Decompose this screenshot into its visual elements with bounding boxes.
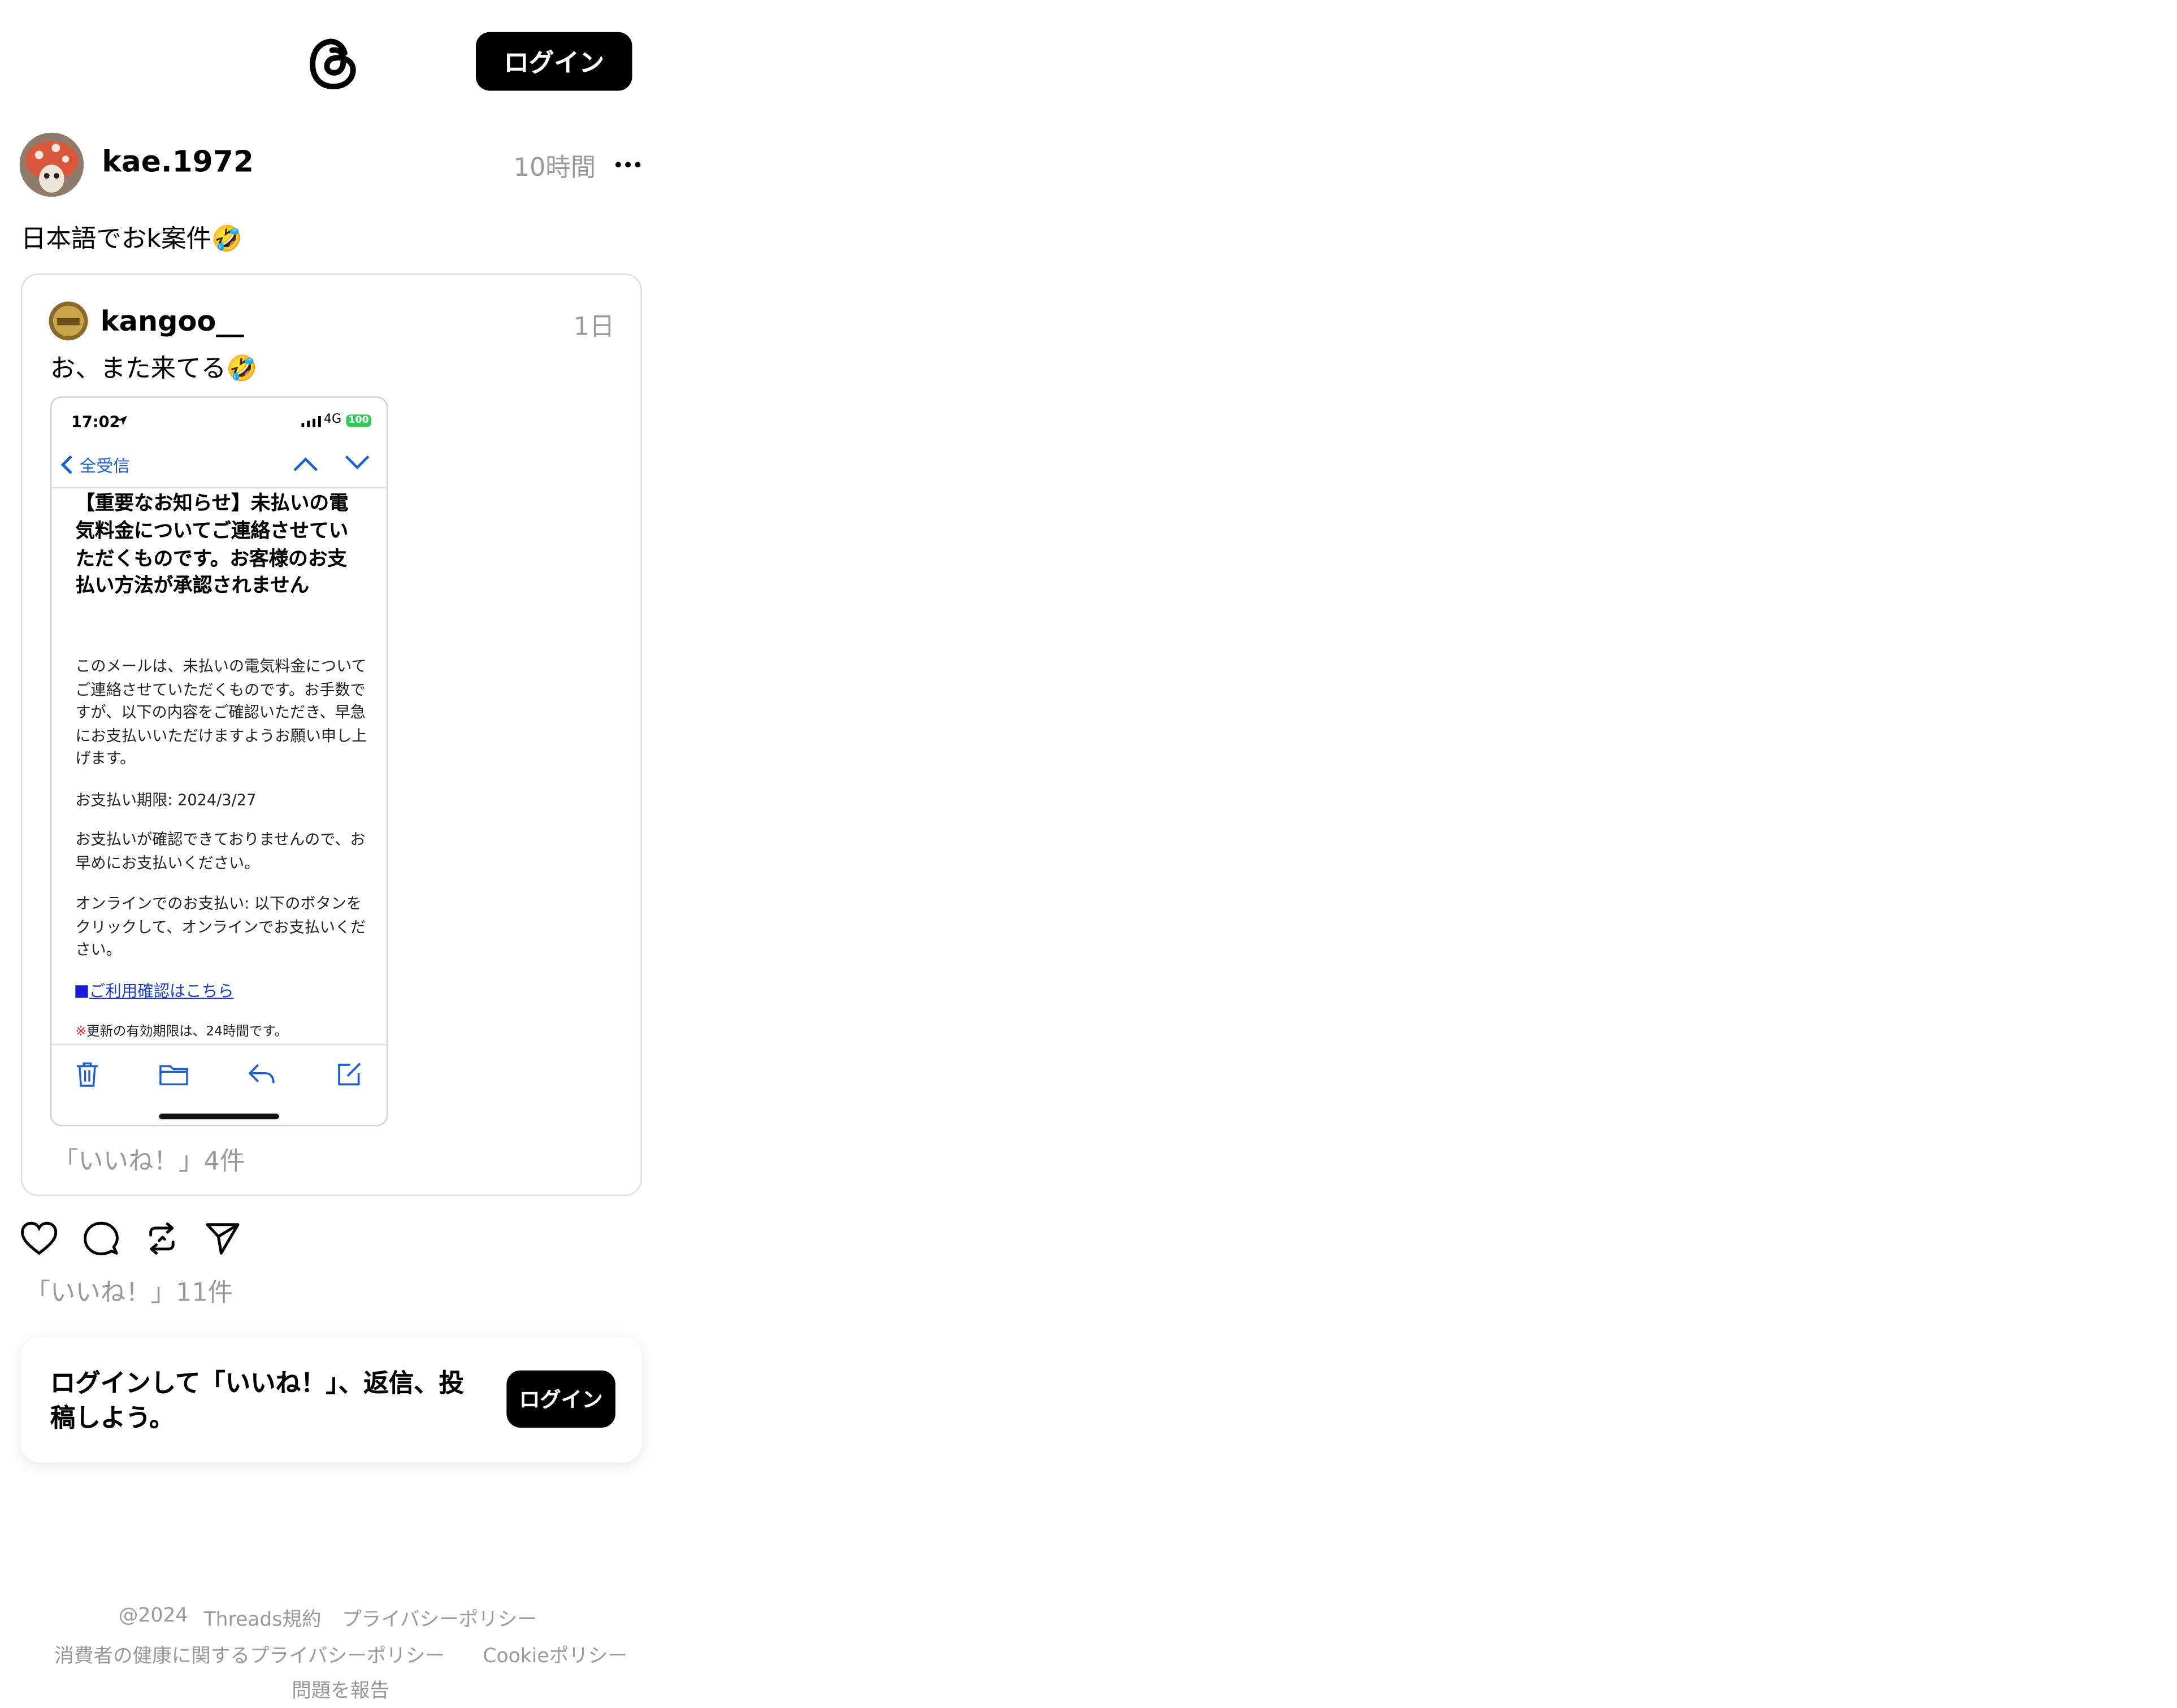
footer-terms-link[interactable]: Threads規約	[204, 1605, 322, 1633]
mail-note-text: 更新の有効期限は、24時間です。	[86, 1024, 288, 1040]
more-icon[interactable]	[614, 151, 641, 179]
heart-icon[interactable]	[21, 1221, 58, 1256]
trash-icon	[76, 1062, 98, 1087]
inbox-back-label: 全受信	[79, 456, 130, 476]
mail-due-date: お支払い期限: 2024/3/27	[75, 791, 257, 810]
divider	[51, 487, 387, 489]
compose-icon	[338, 1063, 361, 1086]
mail-body-paragraph: このメールは、未払いの電気料金についてご連絡させていただくものです。お手数ですが…	[75, 657, 367, 768]
avatar[interactable]	[19, 132, 84, 197]
quoted-timestamp[interactable]: 1日	[574, 307, 615, 343]
quoted-avatar[interactable]	[49, 301, 88, 341]
post-text: 日本語でおk案件🤣	[21, 224, 243, 254]
quoted-text: お、また来てる🤣	[50, 354, 258, 384]
mail-body-paragraph: お支払いが確認できておりませんので、お早めにお支払いください。	[75, 830, 366, 872]
chevron-down-icon	[345, 455, 370, 470]
footer-copyright: @2024	[118, 1605, 188, 1628]
mail-body-paragraph: オンラインでのお支払い: 以下のボタンをクリックして、オンラインでお支払いくださ…	[75, 894, 366, 959]
reply-icon	[248, 1064, 275, 1083]
divider	[51, 1043, 387, 1046]
location-arrow-icon	[117, 415, 127, 426]
quoted-username[interactable]: kangoo__	[101, 304, 244, 337]
post-username[interactable]: kae.1972	[102, 145, 254, 179]
threads-logo-icon[interactable]	[306, 33, 362, 92]
quoted-likes-count[interactable]: 「いいね！」4件	[53, 1142, 245, 1178]
post-timestamp[interactable]: 10時間	[514, 148, 596, 184]
mail-link-text: ご利用確認はこちら	[89, 981, 234, 1001]
prompt-login-button[interactable]: ログイン	[506, 1370, 615, 1428]
footer-health-privacy-link[interactable]: 消費者の健康に関するプライバシーポリシー	[54, 1641, 445, 1669]
battery-icon: 100	[346, 414, 371, 427]
login-prompt-text: ログインして「いいね！」、返信、投稿しよう。	[50, 1369, 464, 1433]
share-icon[interactable]	[205, 1223, 240, 1256]
chevron-up-icon	[293, 457, 318, 471]
footer-privacy-link[interactable]: プライバシーポリシー	[342, 1605, 537, 1633]
comment-icon[interactable]	[84, 1221, 119, 1256]
note-mark: ※	[75, 1024, 87, 1040]
link-square-icon	[75, 985, 88, 998]
footer-report-link[interactable]: 問題を報告	[292, 1676, 389, 1704]
footer-cookie-link[interactable]: Cookieポリシー	[483, 1641, 627, 1669]
mail-link: ご利用確認はこちら	[75, 979, 234, 1002]
mail-subject: 【重要なお知らせ】未払いの電気料金についてご連絡させていただくものです。お客様の…	[75, 492, 349, 598]
header-login-button[interactable]: ログイン	[475, 32, 632, 91]
likes-count[interactable]: 「いいね！」11件	[25, 1273, 233, 1309]
status-bar-time: 17:02	[71, 413, 120, 431]
repost-icon[interactable]	[145, 1221, 179, 1256]
mail-note: ※更新の有効期限は、24時間です。	[75, 1020, 288, 1040]
signal-icon	[301, 415, 321, 427]
network-label: 4G	[323, 413, 342, 427]
home-indicator	[159, 1113, 279, 1120]
chevron-left-icon	[60, 455, 72, 474]
folder-icon	[159, 1065, 188, 1086]
